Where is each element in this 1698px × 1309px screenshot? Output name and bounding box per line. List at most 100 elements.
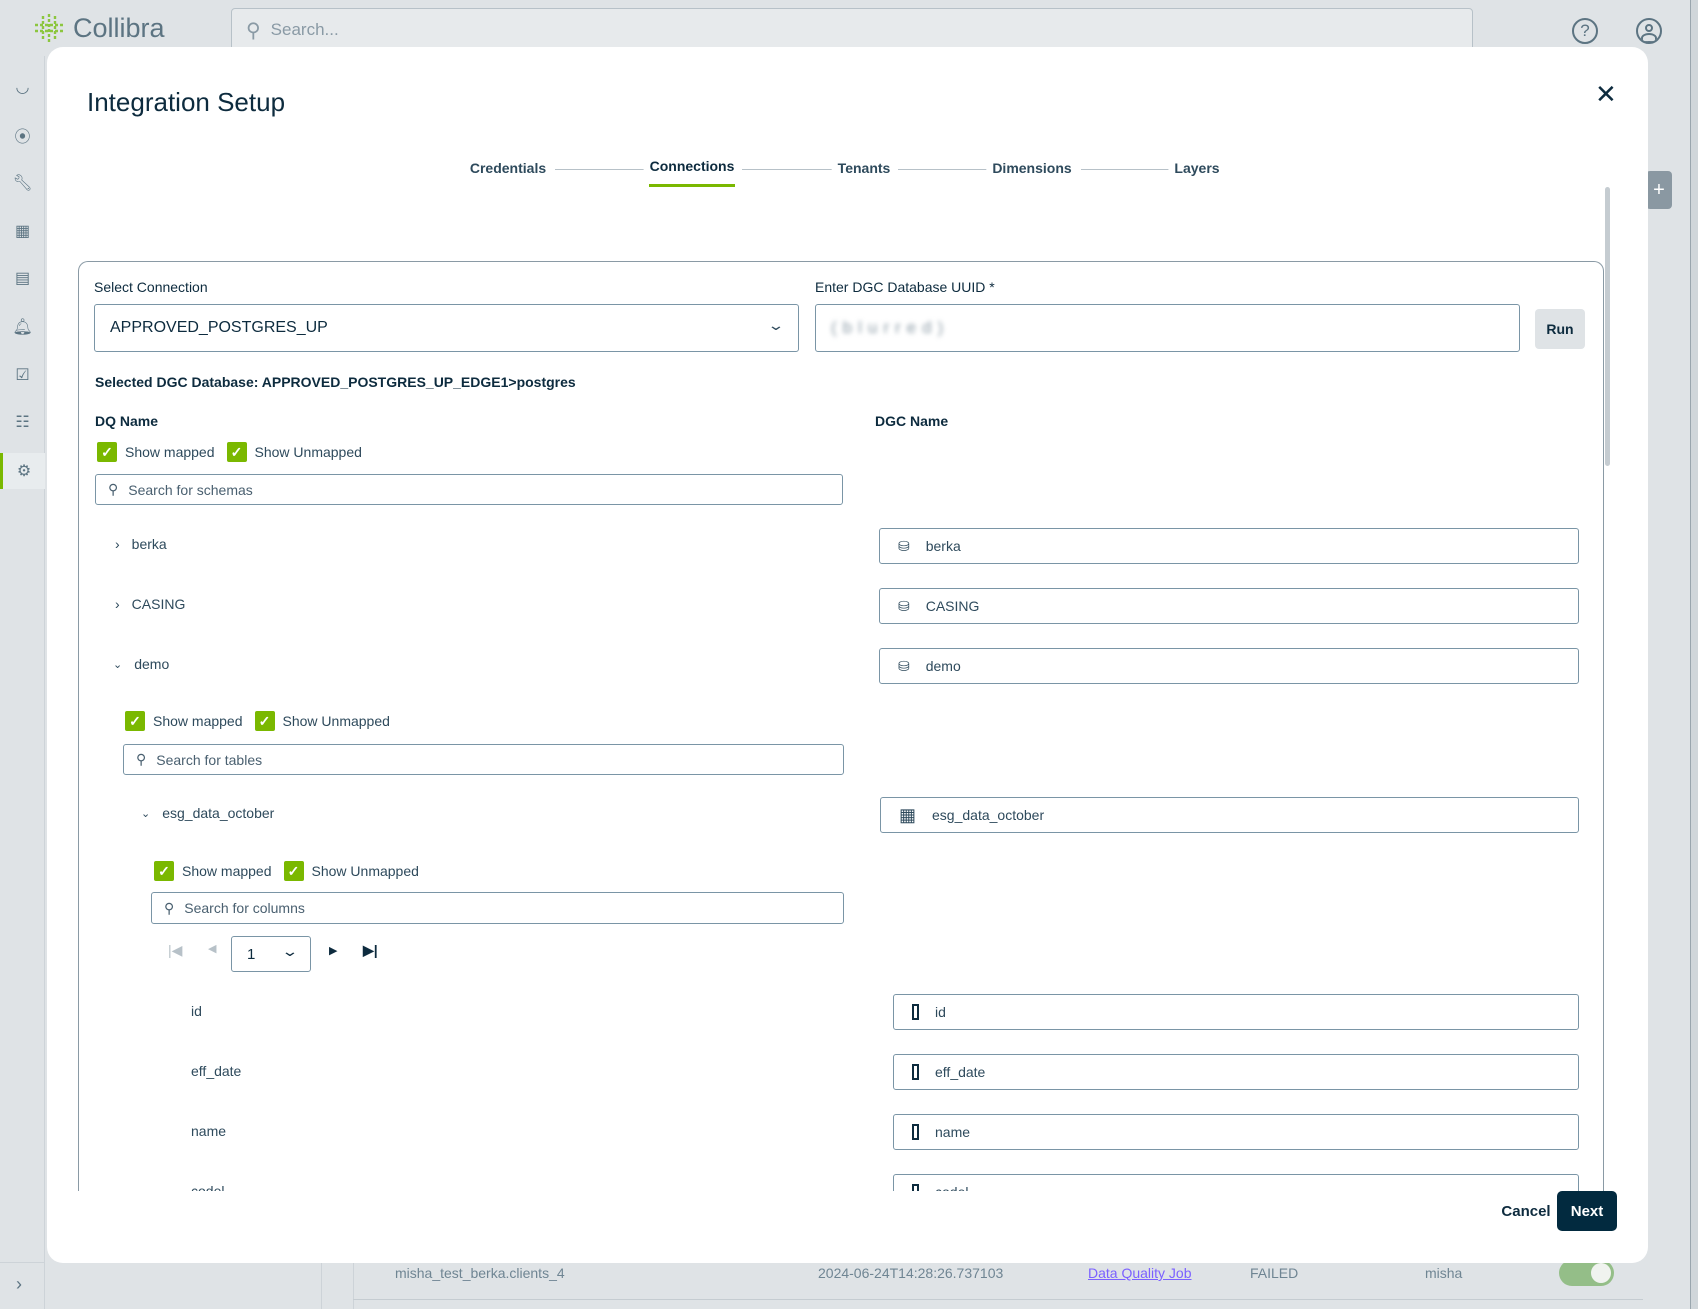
- chevron-right-icon[interactable]: ›: [115, 596, 120, 612]
- last-page-icon[interactable]: ▶|: [363, 942, 378, 959]
- show-unmapped-checkbox[interactable]: ✓: [254, 711, 275, 731]
- compass-icon[interactable]: ⦿: [0, 117, 45, 153]
- show-unmapped-label: Show Unmapped: [311, 863, 419, 879]
- clipboard-check-icon[interactable]: ☑: [0, 357, 45, 393]
- job-enabled-toggle[interactable]: [1559, 1260, 1614, 1286]
- select-connection-label: Select Connection: [94, 279, 208, 295]
- column-icon: [912, 1124, 919, 1140]
- dgc-schema-name: CASING: [925, 598, 980, 614]
- dgc-column-field[interactable]: codel: [893, 1174, 1579, 1191]
- dq-name-header: DQ Name: [95, 413, 159, 429]
- dgc-column-field[interactable]: name: [893, 1114, 1579, 1150]
- next-page-icon[interactable]: ▶: [329, 944, 337, 957]
- gear-icon[interactable]: ⚙: [0, 453, 45, 489]
- page-number: 1: [247, 945, 256, 963]
- connections-panel: Select Connection APPROVED_POSTGRES_UP ⌄…: [78, 261, 1604, 1191]
- run-button[interactable]: Run: [1535, 309, 1585, 349]
- show-unmapped-label: Show Unmapped: [254, 444, 362, 460]
- modal-scrollbar[interactable]: [1605, 187, 1610, 466]
- step-tenants[interactable]: Tenants: [831, 160, 897, 176]
- brand-name: Collibra: [73, 12, 165, 43]
- dgc-column-field[interactable]: eff_date: [893, 1054, 1579, 1090]
- dgc-column-name: id: [935, 1004, 946, 1020]
- search-icon: ⚲: [108, 481, 119, 497]
- schema-name: demo: [134, 656, 170, 672]
- show-mapped-checkbox[interactable]: ✓: [125, 711, 145, 731]
- active-step-indicator: [649, 184, 735, 187]
- column-row: id: [191, 1003, 202, 1019]
- global-search-input[interactable]: ⚲ Search...: [231, 8, 1473, 52]
- step-layers[interactable]: Layers: [1168, 160, 1226, 176]
- selected-connection: APPROVED_POSTGRES_UP: [110, 319, 328, 336]
- table-filters: ✓ Show mapped ✓ Show Unmapped: [125, 711, 390, 731]
- schema-row-demo[interactable]: ⌄ demo: [113, 656, 169, 672]
- selected-dgc-database: Selected DGC Database: APPROVED_POSTGRES…: [95, 374, 576, 390]
- table-search-placeholder: Search for tables: [156, 751, 263, 768]
- help-icon[interactable]: ?: [1572, 18, 1598, 44]
- chevron-right-icon[interactable]: ›: [115, 536, 120, 552]
- uuid-input[interactable]: (blurred): [815, 304, 1520, 352]
- show-mapped-checkbox[interactable]: ✓: [154, 861, 174, 881]
- column-row: name: [191, 1123, 226, 1139]
- job-type-link[interactable]: Data Quality Job: [1088, 1265, 1192, 1281]
- show-mapped-label: Show mapped: [182, 863, 272, 879]
- dgc-schema-field[interactable]: ⛁ berka: [879, 528, 1579, 564]
- modal-title: Integration Setup: [87, 87, 286, 117]
- show-mapped-label: Show mapped: [153, 713, 243, 729]
- report-icon[interactable]: ▤: [0, 260, 45, 296]
- first-page-icon[interactable]: |◀: [168, 942, 182, 959]
- dgc-table-field[interactable]: ▦ esg_data_october: [880, 797, 1579, 833]
- schema-search-input[interactable]: ⚲ Search for schemas: [95, 474, 843, 505]
- show-mapped-checkbox[interactable]: ✓: [97, 442, 117, 462]
- next-button[interactable]: Next: [1557, 1191, 1617, 1231]
- step-dimensions[interactable]: Dimensions: [986, 160, 1078, 176]
- background-table-row: misha_test_berka.clients_4 2024-06-24T14…: [353, 1260, 1643, 1300]
- chevron-down-icon[interactable]: ⌄: [113, 658, 122, 671]
- schema-row-berka[interactable]: › berka: [115, 536, 167, 552]
- bell-icon[interactable]: 🔔︎: [0, 309, 45, 345]
- wrench-icon[interactable]: 🔧︎: [0, 165, 45, 201]
- column-search-input[interactable]: ⚲ Search for columns: [151, 892, 844, 924]
- column-filters: ✓ Show mapped ✓ Show Unmapped: [154, 861, 419, 881]
- schema-row-casing[interactable]: › CASING: [115, 596, 185, 612]
- schema-search-placeholder: Search for schemas: [128, 481, 253, 498]
- calendar-icon[interactable]: ☷: [0, 404, 45, 440]
- step-connections[interactable]: Connections: [643, 158, 741, 174]
- collibra-logo-icon: [35, 14, 63, 42]
- column-search-placeholder: Search for columns: [184, 900, 305, 916]
- integration-setup-modal: Integration Setup ✕ Credentials Connecti…: [47, 47, 1648, 1263]
- schema-filters: ✓ Show mapped ✓ Show Unmapped: [97, 442, 362, 462]
- add-button[interactable]: +: [1646, 171, 1672, 209]
- page-select[interactable]: 1 ⌄: [231, 936, 311, 972]
- chevron-down-icon[interactable]: ⌄: [141, 807, 150, 820]
- close-icon[interactable]: ✕: [1595, 79, 1617, 110]
- column-icon: [912, 1184, 919, 1191]
- dgc-schema-field[interactable]: ⛁ CASING: [879, 588, 1579, 624]
- dashboard-icon[interactable]: ◡: [0, 69, 45, 105]
- page-scrollbar[interactable]: [1690, 0, 1698, 1309]
- table-row-esg-data-october[interactable]: ⌄ esg_data_october: [141, 805, 274, 821]
- schema-name: CASING: [131, 596, 186, 612]
- expand-sidebar-chevron-icon[interactable]: ›: [16, 1274, 22, 1295]
- column-name: name: [191, 1123, 227, 1139]
- show-unmapped-checkbox[interactable]: ✓: [226, 442, 247, 462]
- table-icon[interactable]: ▦: [0, 213, 45, 249]
- dgc-column-field[interactable]: id: [893, 994, 1579, 1030]
- collibra-logo[interactable]: Collibra: [33, 12, 165, 44]
- column-name: id: [191, 1003, 202, 1019]
- table-search-input[interactable]: ⚲ Search for tables: [123, 744, 844, 775]
- search-icon: ⚲: [164, 899, 175, 916]
- sidebar: ◡ ⦿ 🔧︎ ▦ ▤ 🔔︎ ☑ ☷ ⚙ ›: [0, 56, 45, 1309]
- uuid-value-blurred: (blurred): [831, 318, 950, 337]
- user-icon[interactable]: [1636, 18, 1662, 44]
- step-credentials[interactable]: Credentials: [463, 160, 553, 176]
- dgc-schema-name: berka: [925, 538, 961, 554]
- dgc-schema-field[interactable]: ⛁ demo: [879, 648, 1579, 684]
- previous-page-icon[interactable]: ◀: [208, 942, 216, 955]
- chevron-down-icon: ⌄: [767, 317, 785, 333]
- column-icon: [912, 1004, 919, 1020]
- step-connector: [898, 169, 988, 170]
- show-unmapped-checkbox[interactable]: ✓: [283, 861, 304, 881]
- dgc-column-name: eff_date: [935, 1064, 986, 1080]
- select-connection-dropdown[interactable]: APPROVED_POSTGRES_UP ⌄: [94, 304, 799, 352]
